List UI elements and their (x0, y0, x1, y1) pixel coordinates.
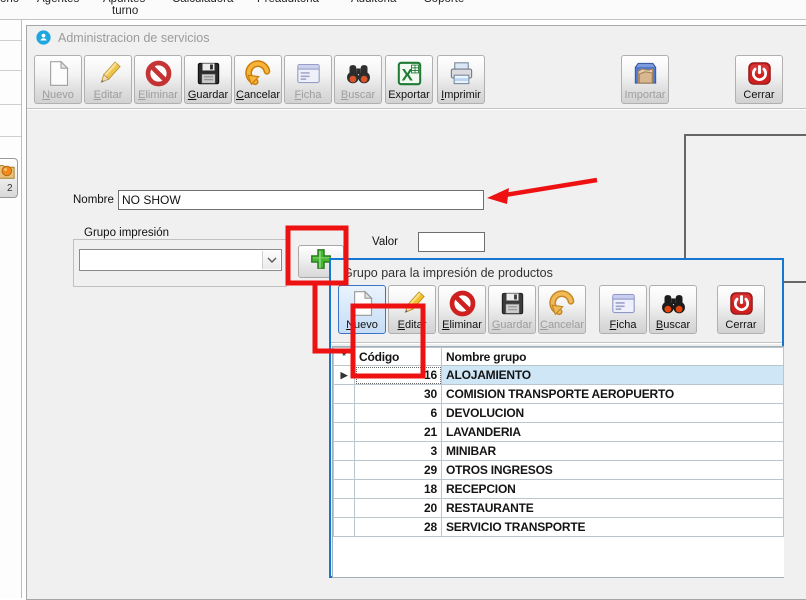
table-row[interactable]: 6 DEVOLUCION (334, 404, 784, 423)
title-bar[interactable]: Administracion de servicios (27, 26, 806, 50)
menu-item-preauditoria[interactable]: Preauditoria (257, 0, 319, 5)
column-header-nombre-grupo[interactable]: Nombre grupo (442, 348, 784, 366)
pencil-icon (95, 58, 122, 89)
nombre-input[interactable] (118, 190, 484, 210)
import-box-icon (632, 58, 659, 89)
grupos-table: * Código Nombre grupo ▶ 16 ALOJAMIENTO 3… (332, 346, 784, 578)
cerrar-button[interactable]: Cerrar (735, 55, 783, 104)
ficha-button[interactable]: Ficha (284, 55, 332, 104)
table-row[interactable]: 30 COMISION TRANSPORTE AEROPUERTO (334, 385, 784, 404)
floppy-disk-icon (195, 58, 222, 89)
new-document-icon (349, 288, 376, 319)
binoculars-icon (345, 58, 372, 89)
valor-label: Valor (372, 236, 398, 248)
app-icon (36, 30, 51, 45)
nuevo-button[interactable]: Nuevo (34, 55, 82, 104)
editar-button[interactable]: Editar (84, 55, 132, 104)
child-window-title: Grupo para la impresión de productos (343, 266, 553, 280)
pencil-icon (399, 288, 426, 319)
printer-icon (448, 58, 475, 89)
child-cancelar-button[interactable]: Cancelar (538, 285, 586, 334)
child-editar-button[interactable]: Editar (388, 285, 436, 334)
window-title: Administracion de servicios (58, 31, 209, 45)
toolbar-separator (27, 108, 806, 110)
table-row[interactable]: 20 RESTAURANTE (334, 499, 784, 518)
buscar-button[interactable]: Buscar (334, 55, 382, 104)
grupo-impresion-combobox[interactable] (79, 249, 282, 271)
menu-item-soporte[interactable]: Soporte (424, 0, 464, 5)
child-buscar-button[interactable]: Buscar (649, 285, 697, 334)
left-button-badge: 2 (7, 183, 13, 194)
table-row[interactable]: ▶ 16 ALOJAMIENTO (334, 366, 784, 385)
toolbar-separator (331, 342, 782, 344)
cancelar-button[interactable]: Cancelar (234, 55, 282, 104)
table-row[interactable]: 21 LAVANDERIA (334, 423, 784, 442)
undo-arrow-icon (549, 288, 576, 319)
table-header-row: * Código Nombre grupo (334, 348, 784, 366)
power-icon (746, 58, 773, 89)
excel-icon: X (396, 58, 423, 89)
form-card-icon (295, 58, 322, 89)
power-icon (728, 288, 755, 319)
header-marker: * (334, 348, 355, 366)
menu-item-agentes[interactable]: Agentes (37, 0, 79, 5)
window-grupo-impresion-productos: Grupo para la impresión de productos Nue… (329, 258, 784, 578)
ban-icon (449, 288, 476, 319)
parent-window-left-strip: 2 (0, 20, 26, 598)
importar-button[interactable]: Importar (621, 55, 669, 104)
menu-item-partial[interactable]: ono (0, 0, 19, 5)
table-row[interactable]: 18 RECEPCION (334, 480, 784, 499)
menu-item-auditoria[interactable]: Auditoria (351, 0, 396, 5)
divider (21, 20, 22, 598)
guardar-button[interactable]: Guardar (184, 55, 232, 104)
eliminar-button[interactable]: Eliminar (134, 55, 182, 104)
nombre-label: Nombre (73, 194, 114, 206)
left-partial-toolbar-button[interactable]: 2 (0, 158, 18, 198)
child-ficha-button[interactable]: Ficha (599, 285, 647, 334)
table-row[interactable]: 29 OTROS INGRESOS (334, 461, 784, 480)
child-cerrar-button[interactable]: Cerrar (717, 285, 765, 334)
form-card-icon (610, 288, 637, 319)
exportar-button[interactable]: X Exportar (385, 55, 433, 104)
table-row[interactable]: 3 MINIBAR (334, 442, 784, 461)
child-nuevo-button[interactable]: Nuevo (338, 285, 386, 334)
imprimir-button[interactable]: Imprimir (437, 55, 485, 104)
binoculars-icon (660, 288, 687, 319)
column-header-codigo[interactable]: Código (355, 348, 442, 366)
child-eliminar-button[interactable]: Eliminar (438, 285, 486, 334)
floppy-disk-icon (499, 288, 526, 319)
chevron-down-icon[interactable] (262, 251, 280, 269)
ban-icon (145, 58, 172, 89)
current-row-marker: ▶ (334, 366, 355, 385)
menu-item-apuntes-turno-line2[interactable]: turno (112, 5, 138, 17)
table-row[interactable]: 28 SERVICIO TRANSPORTE (334, 518, 784, 537)
valor-input[interactable] (418, 232, 485, 252)
menu-item-calculadora[interactable]: Calculadora (172, 0, 233, 5)
child-guardar-button[interactable]: Guardar (488, 285, 536, 334)
grupo-impresion-label: Grupo impresión (81, 227, 172, 239)
menu-bar: ono Agentes Apuntes turno Calculadora Pr… (0, 0, 806, 20)
new-document-icon (45, 58, 72, 89)
undo-arrow-icon (245, 58, 272, 89)
